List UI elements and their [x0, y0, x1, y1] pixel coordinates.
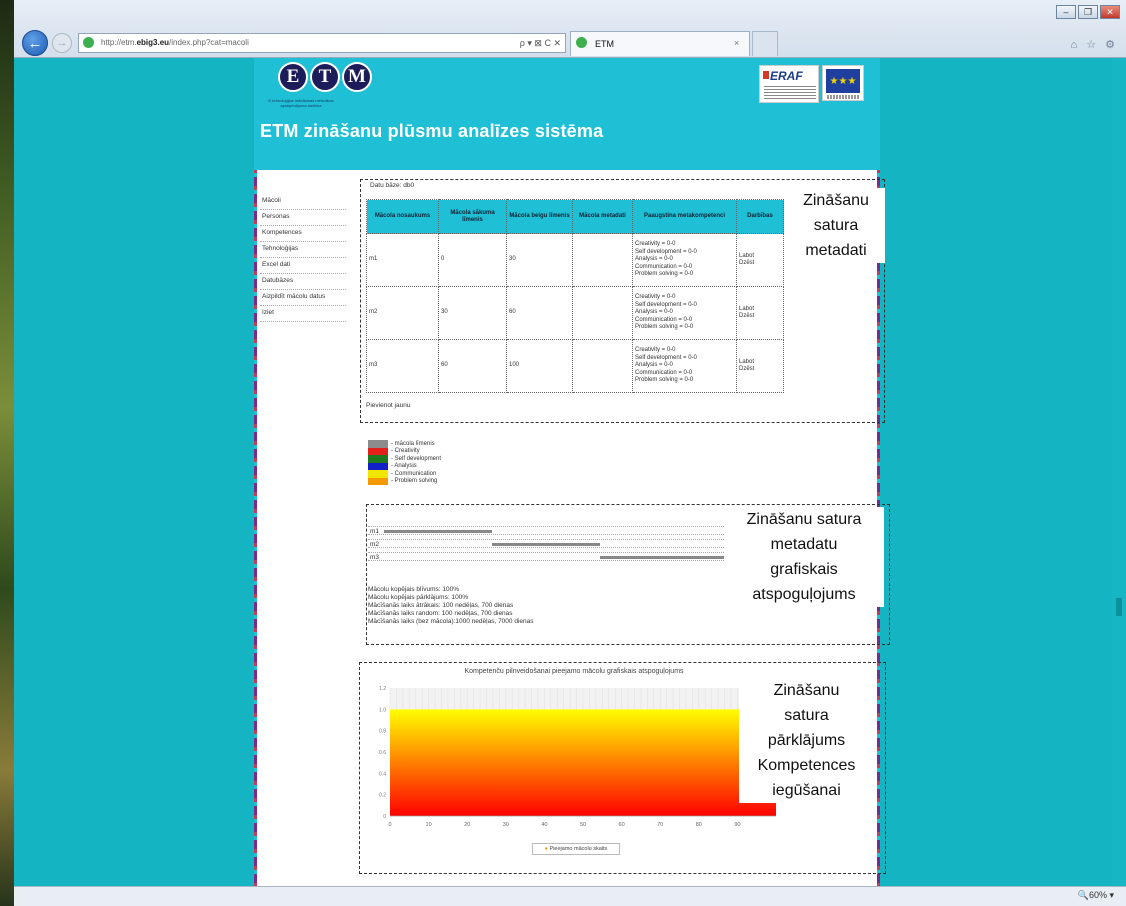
sidebar-item-personas[interactable]: Personas: [260, 210, 346, 226]
annotation-line: atspoguļojums: [752, 586, 856, 603]
annotation-line: Zināšanu: [803, 192, 869, 209]
annotation-line: satura: [784, 707, 829, 724]
logo-letter: M: [342, 62, 372, 92]
legend-label: - Communication: [391, 470, 437, 477]
legend-item: - Communication: [368, 470, 441, 478]
legend-swatch: [368, 440, 388, 448]
logo-letter: T: [310, 62, 340, 92]
minimize-button[interactable]: –: [1056, 5, 1076, 19]
url-path: /index.php?cat=macoli: [169, 38, 249, 47]
legend-item: - mācola līmenis: [368, 440, 441, 448]
web-page: E T M E-tehnoloģijas mācīšanas metodikas…: [254, 58, 890, 886]
sidebar-item-kompetences[interactable]: Kompetences: [260, 226, 346, 242]
annotation-line: Kompetences: [757, 757, 856, 774]
url-domain: ebig3.eu: [136, 38, 170, 47]
desktop-background-strip: [0, 0, 14, 906]
annotation-metadata: Zināšanu satura metadati: [787, 188, 885, 263]
legend-label: - Creativity: [391, 448, 420, 455]
page-title: ETM zināšanu plūsmu analīzes sistēma: [260, 121, 604, 141]
annotation-line: iegūšanai: [772, 782, 841, 799]
annotation-line: grafiskais: [770, 561, 838, 578]
maximize-button[interactable]: ❐: [1078, 5, 1098, 19]
address-bar-tools[interactable]: ρ ▾ ⊠ C ✕: [520, 34, 561, 52]
annotation-line: metadatu: [770, 536, 838, 553]
etm-logo[interactable]: E T M: [278, 62, 372, 92]
logo-letter: E: [278, 62, 308, 92]
annotation-line: Zināšanu satura: [746, 511, 862, 528]
zoom-control[interactable]: 🔍60% ▾: [1078, 890, 1114, 901]
browser-chrome: – ❐ ✕ ← → http://etm.ebig3.eu/index.php?…: [14, 0, 1126, 58]
sidebar-item-iziet[interactable]: Iziet: [260, 306, 346, 322]
annotation-coverage: Zināšanu satura pārklājums Kompetences i…: [739, 678, 874, 803]
legend-item: - Creativity: [368, 447, 441, 455]
tab-title: ETM: [595, 39, 614, 49]
address-bar[interactable]: http://etm.ebig3.eu/index.php?cat=macoli…: [78, 33, 566, 53]
legend-item: - Problem solving: [368, 477, 441, 485]
status-bar: 🔍60% ▾: [14, 886, 1126, 906]
legend-item: - Analysis: [368, 462, 441, 470]
eu-stars-icon: ★★★: [826, 69, 860, 93]
eraf-logo: ERAF: [759, 65, 819, 103]
legend-label: - Problem solving: [391, 478, 438, 485]
legend-swatch: [368, 477, 388, 485]
legend-swatch: [368, 462, 388, 470]
back-button[interactable]: ←: [22, 30, 48, 56]
toolbar-icons[interactable]: ⌂ ☆ ⚙: [1071, 38, 1118, 51]
annotation-line: satura: [813, 217, 859, 234]
annotation-line: metadati: [805, 242, 867, 259]
color-legend: - mācola līmenis - Creativity - Self devel…: [368, 440, 441, 485]
sidebar-item-macoli[interactable]: Mācoli: [260, 194, 346, 210]
forward-button[interactable]: →: [52, 33, 72, 53]
annotation-line: Zināšanu: [773, 682, 840, 699]
sidebar-item-aizpildit[interactable]: Aizpildīt mācolu datus: [260, 290, 346, 306]
site-favicon-icon: [83, 37, 94, 48]
window-controls: – ❐ ✕: [1056, 5, 1120, 19]
url-prefix: http://etm.: [101, 38, 137, 47]
new-tab-button[interactable]: [752, 31, 778, 56]
browser-tab[interactable]: ETM: [570, 31, 750, 56]
annotation-graphic: Zināšanu satura metadatu grafiskais atsp…: [724, 507, 884, 607]
sidebar-menu: Mācoli Personas Kompetences Tehnoloģijas…: [260, 194, 346, 322]
logo-tagline: E-tehnoloģijas mācīšanas metodikas apsti…: [268, 98, 334, 108]
eu-flag-logo: ★★★: [822, 65, 864, 101]
arrow-right-icon: →: [56, 37, 68, 49]
vertical-scrollbar[interactable]: [1112, 58, 1126, 886]
site-header: E T M E-tehnoloģijas mācīšanas metodikas…: [254, 58, 880, 170]
eraf-label: ERAF: [770, 69, 803, 83]
scrollbar-thumb[interactable]: [1116, 598, 1122, 616]
close-window-button[interactable]: ✕: [1100, 5, 1120, 19]
legend-item: - Self development: [368, 455, 441, 463]
tab-close-icon[interactable]: ×: [734, 38, 739, 48]
legend-swatch: [368, 447, 388, 455]
sidebar-item-excel-dati[interactable]: Excel dati: [260, 258, 346, 274]
legend-label: - Analysis: [391, 463, 417, 470]
annotation-line: pārklājums: [767, 732, 846, 749]
sidebar-item-datubazes[interactable]: Datubāzes: [260, 274, 346, 290]
legend-swatch: [368, 455, 388, 463]
arrow-left-icon: ←: [27, 34, 43, 52]
page-border-left: [254, 58, 257, 886]
legend-label: - mācola līmenis: [391, 440, 435, 447]
eraf-mark-icon: [763, 71, 769, 79]
tab-favicon-icon: [576, 37, 587, 48]
legend-label: - Self development: [391, 455, 442, 462]
sidebar-item-tehnologijas[interactable]: Tehnoloģijas: [260, 242, 346, 258]
legend-swatch: [368, 470, 388, 478]
